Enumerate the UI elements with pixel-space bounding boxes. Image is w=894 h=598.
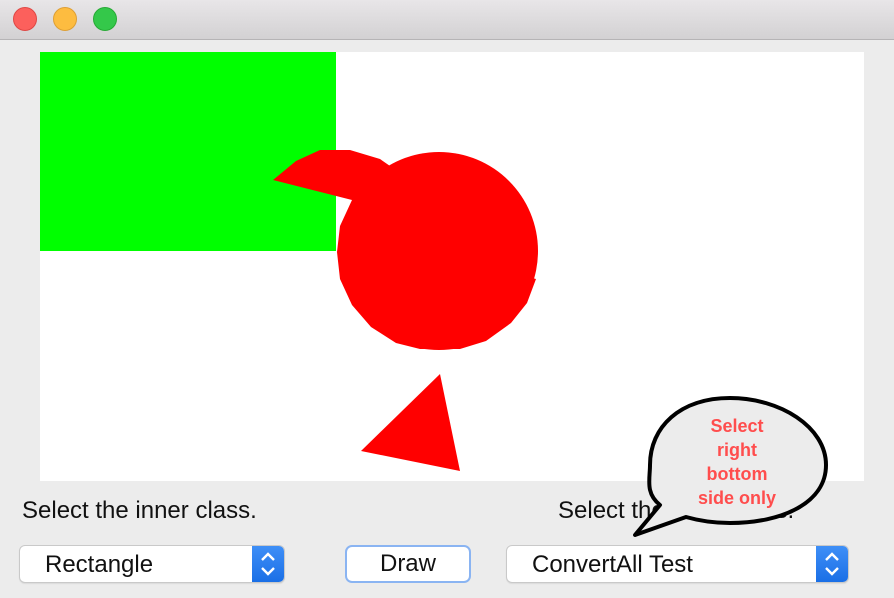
minimize-window-button[interactable] [53,7,77,31]
draw-button-label: Draw [379,550,436,577]
select-stepper-icon[interactable] [816,546,848,582]
inner-class-label: Select the inner class. [22,497,257,524]
inner-class-value: Rectangle [45,551,154,578]
outer-class-value: ConvertAll Test [532,551,693,578]
close-window-button[interactable] [13,7,37,31]
select-stepper-icon[interactable] [252,546,284,582]
annotation-text: Select right bottom side only [681,414,793,510]
annotation-line: right [717,440,757,460]
maximize-window-button[interactable] [93,7,117,31]
draw-button[interactable]: Draw [345,545,471,583]
red-circle-fill [340,152,538,350]
annotation-line: Select [710,416,764,436]
outer-class-select[interactable]: ConvertAll Test [506,545,849,583]
red-triangle [361,374,460,471]
inner-class-select[interactable]: Rectangle [19,545,285,583]
title-bar [0,0,894,40]
annotation-line: bottom [706,464,768,484]
green-rectangle [40,52,336,251]
annotation-line: side only [697,488,777,508]
